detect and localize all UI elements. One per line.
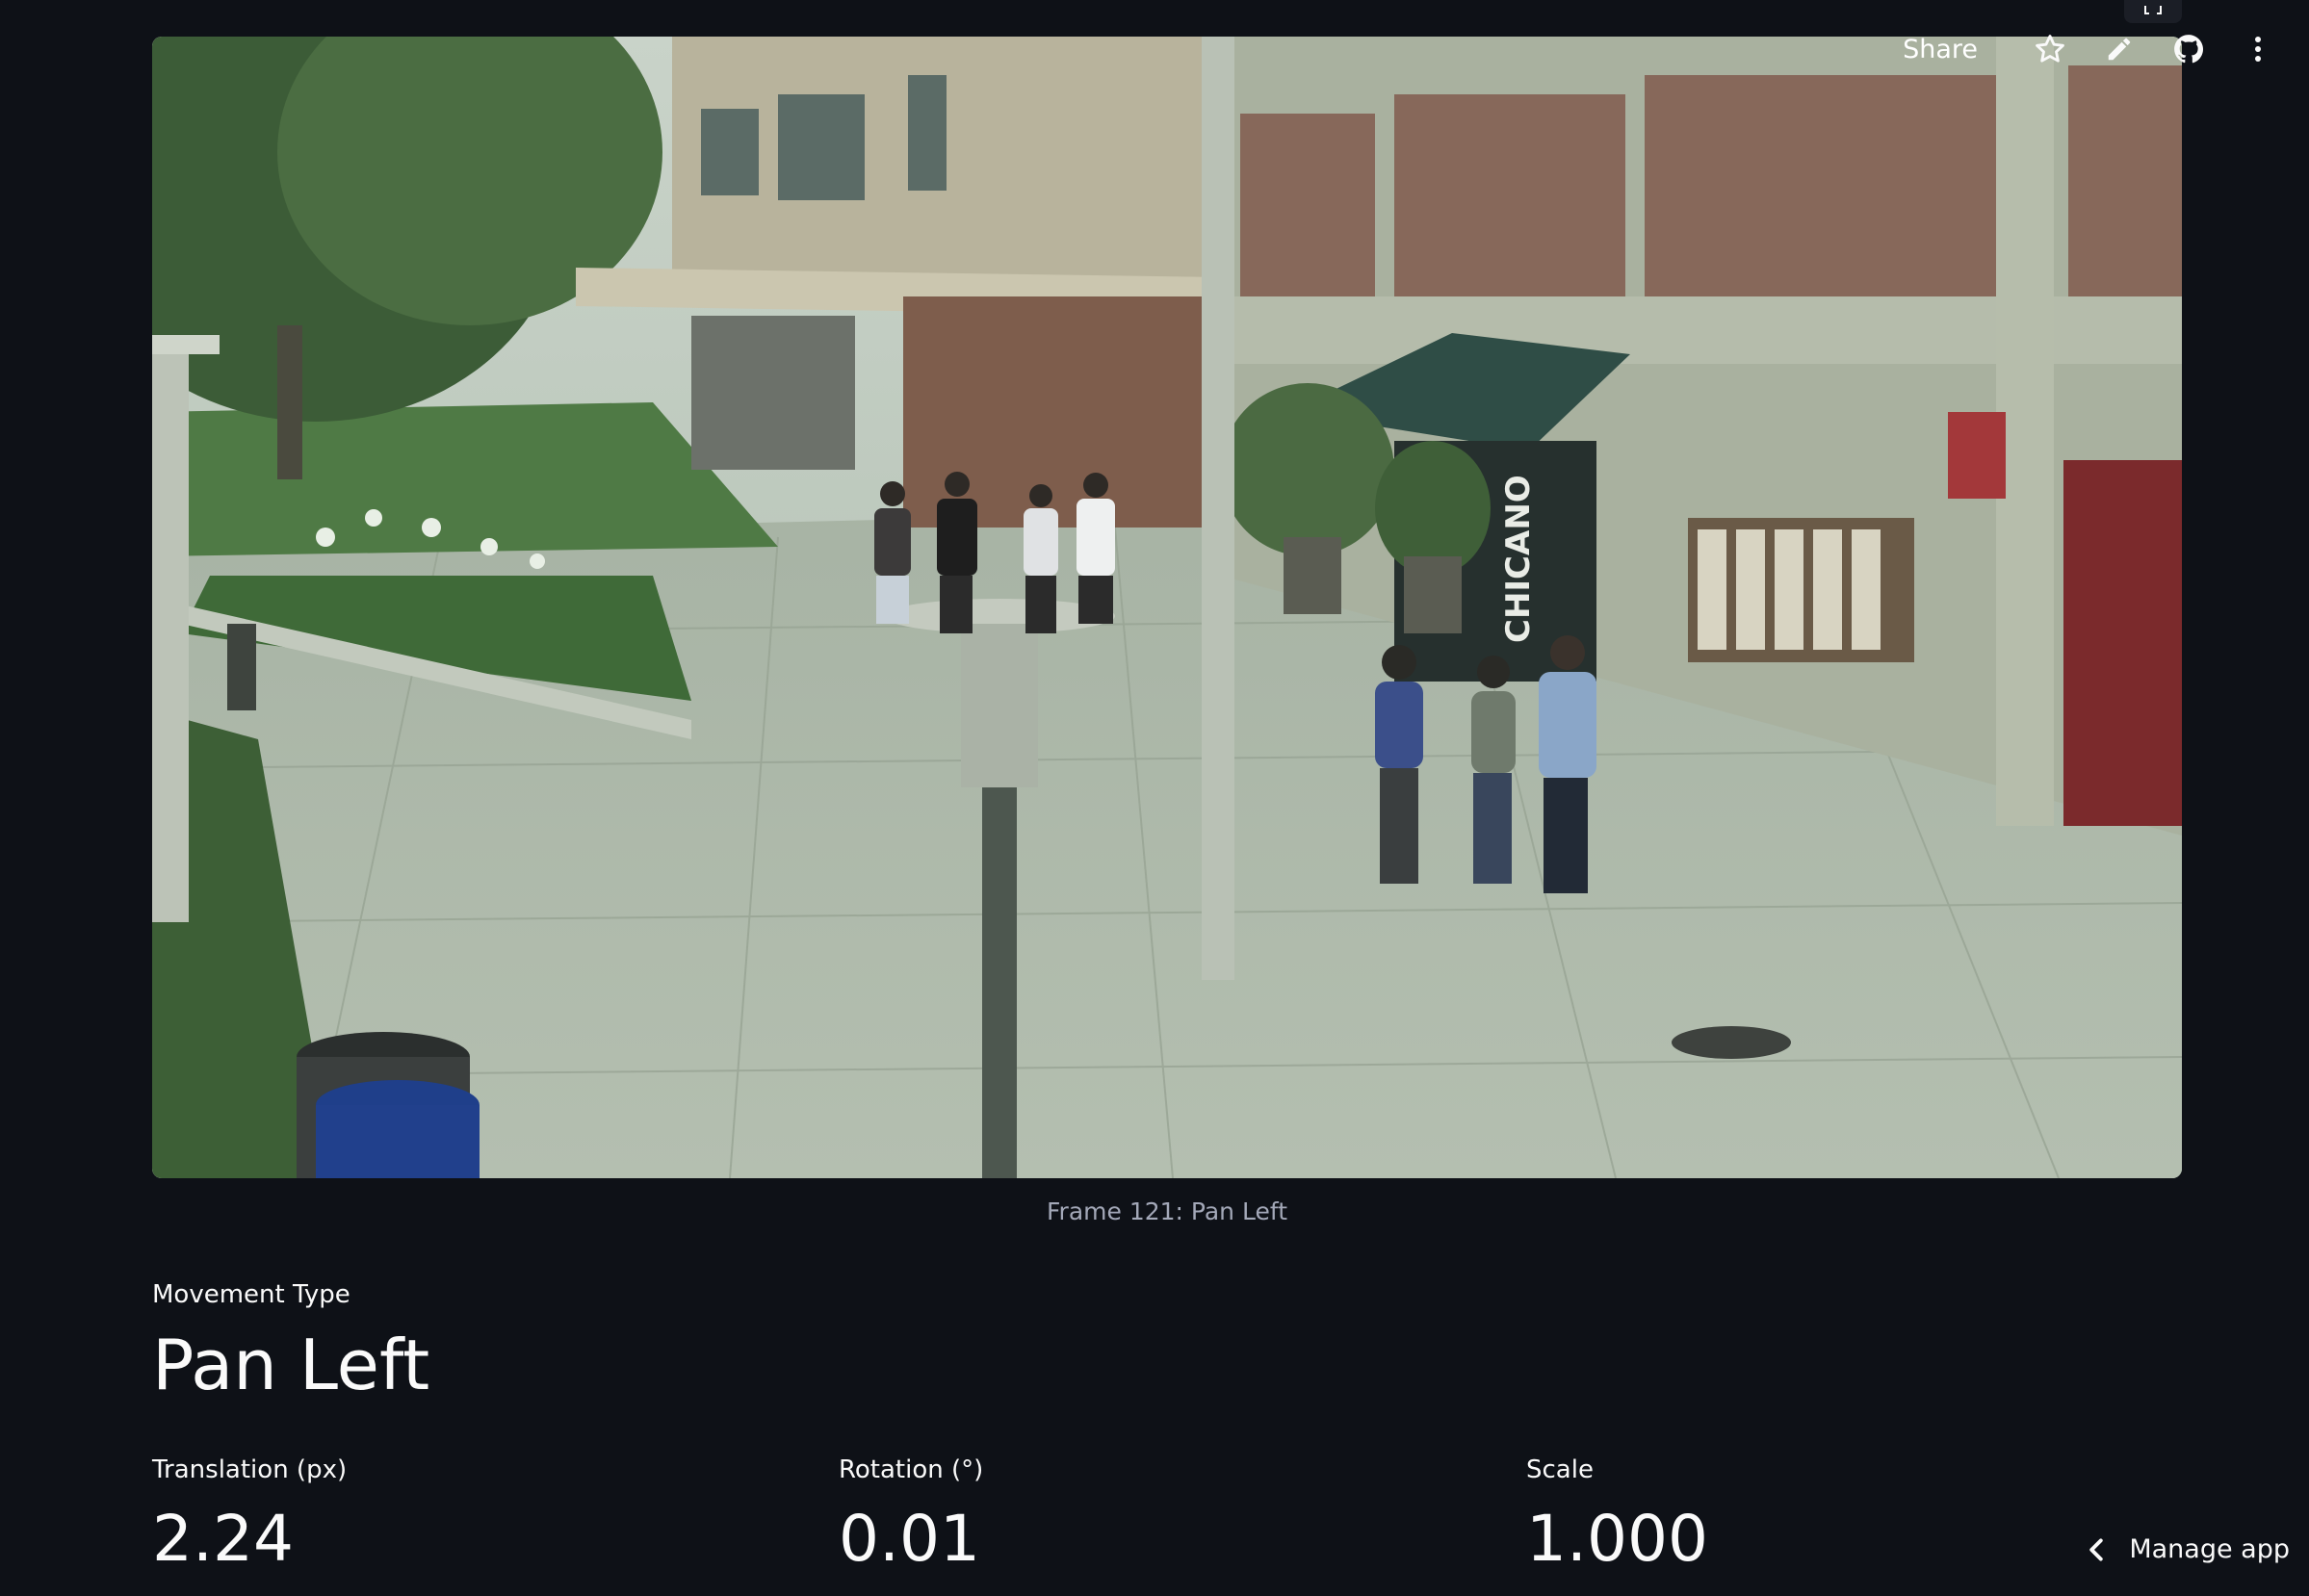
app-toolbar: Share	[1889, 21, 2286, 77]
frame-caption: Frame 121: Pan Left	[1046, 1197, 1288, 1225]
rotation-value: 0.01	[839, 1502, 980, 1576]
github-icon	[2174, 35, 2204, 64]
pencil-icon	[2108, 38, 2131, 61]
fullscreen-icon	[2144, 6, 2162, 14]
manage-app-button[interactable]: Manage app	[2088, 1534, 2290, 1564]
github-button[interactable]	[2161, 21, 2217, 77]
chevron-left-icon	[2089, 1537, 2104, 1561]
movement-type-value: Pan Left	[152, 1325, 430, 1405]
scale-label: Scale	[1526, 1455, 1594, 1484]
chicano-sign: CHICANO	[1499, 475, 1538, 643]
video-frame: CHICANO	[152, 37, 2182, 1178]
rotation-label: Rotation (°)	[839, 1455, 984, 1484]
campus-scene-image: CHICANO	[152, 37, 2182, 1178]
main-menu-button[interactable]	[2230, 21, 2286, 77]
movement-type-label: Movement Type	[152, 1280, 350, 1309]
favorite-button[interactable]	[2022, 21, 2078, 77]
kebab-menu-icon	[2255, 37, 2261, 62]
svg-text:CHICANO: CHICANO	[1499, 475, 1538, 643]
star-icon	[2036, 35, 2064, 63]
share-button[interactable]: Share	[1889, 27, 1991, 72]
fullscreen-toggle[interactable]	[2124, 0, 2182, 23]
manage-app-label: Manage app	[2129, 1534, 2290, 1564]
translation-value: 2.24	[152, 1502, 294, 1576]
translation-label: Translation (px)	[152, 1455, 348, 1484]
edit-button[interactable]	[2091, 21, 2147, 77]
scale-value: 1.000	[1526, 1502, 1708, 1576]
app-root: CHICANO Share Frame 121: Pan Left Moveme…	[0, 0, 2309, 1596]
